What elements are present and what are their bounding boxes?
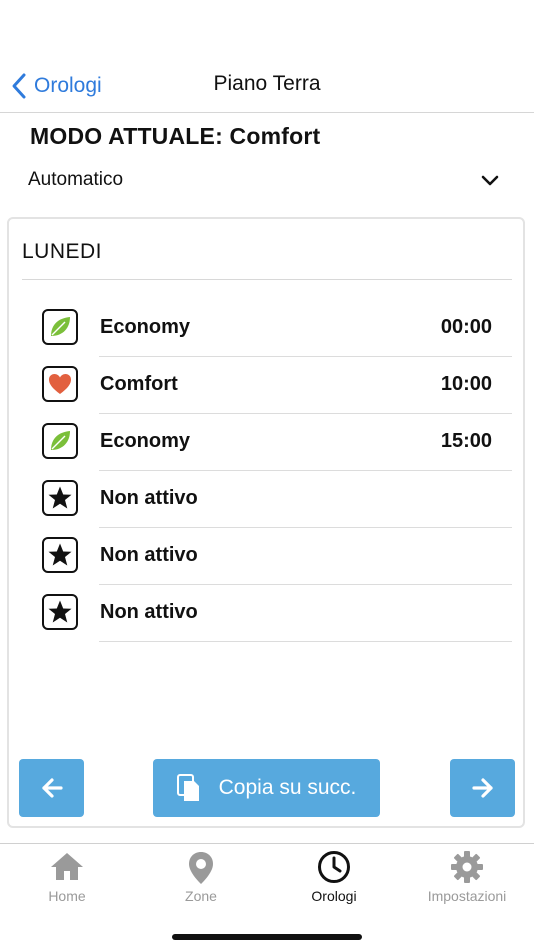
copy-next-button-label: Copia su succ.: [218, 776, 357, 799]
slot-mode: Economy: [100, 430, 191, 452]
gear-icon: [451, 851, 483, 883]
schedule-row[interactable]: Comfort 10:00: [40, 357, 512, 414]
arrow-right-icon: [471, 778, 493, 798]
slot-mode: Non attivo: [100, 487, 198, 509]
tab-impostazioni[interactable]: Impostazioni: [400, 846, 534, 912]
heart-icon: [42, 366, 78, 402]
tab-orologi[interactable]: Orologi: [267, 846, 401, 912]
copy-icon: [176, 774, 199, 801]
slot-mode: Non attivo: [100, 544, 198, 566]
tab-impostazioni-label: Impostazioni: [427, 888, 507, 904]
schedule-row[interactable]: Non attivo: [40, 471, 512, 528]
clock-icon: [318, 851, 350, 883]
slot-mode: Non attivo: [100, 601, 198, 623]
day-divider: [22, 279, 512, 280]
mode-dropdown[interactable]: Automatico: [0, 165, 534, 199]
nav-divider: [0, 112, 534, 113]
slot-time: 15:00: [440, 430, 492, 452]
home-indicator: [172, 934, 362, 940]
schedule-row[interactable]: Economy 15:00: [40, 414, 512, 471]
leaf-icon: [42, 309, 78, 345]
tab-orologi-label: Orologi: [311, 888, 357, 904]
location-pin-icon: [189, 852, 213, 884]
tab-zone[interactable]: Zone: [134, 846, 268, 912]
next-day-button[interactable]: [450, 759, 515, 817]
star-icon: [42, 537, 78, 573]
copy-next-button[interactable]: Copia su succ.: [153, 759, 380, 817]
current-mode-title: MODO ATTUALE: Comfort: [30, 123, 321, 149]
arrow-left-icon: [41, 778, 63, 798]
schedule-row[interactable]: Non attivo: [40, 585, 512, 642]
slot-time: 10:00: [440, 373, 492, 395]
mode-dropdown-value: Automatico: [28, 169, 124, 190]
tab-home[interactable]: Home: [0, 846, 134, 912]
star-icon: [42, 594, 78, 630]
leaf-icon: [42, 423, 78, 459]
chevron-down-icon: [481, 175, 499, 186]
slot-mode: Comfort: [100, 373, 178, 395]
slot-mode: Economy: [100, 316, 191, 338]
day-title: LUNEDI: [22, 240, 103, 263]
tab-home-label: Home: [48, 888, 86, 904]
schedule-row[interactable]: Non attivo: [40, 528, 512, 585]
tab-zone-label: Zone: [185, 888, 217, 904]
home-icon: [51, 853, 83, 880]
row-divider: [99, 641, 512, 642]
previous-day-button[interactable]: [19, 759, 84, 817]
schedule-row[interactable]: Economy 00:00: [40, 300, 512, 357]
slot-time: 00:00: [440, 316, 492, 338]
page-title: Piano Terra: [213, 72, 321, 95]
tabbar-divider: [0, 843, 534, 844]
star-icon: [42, 480, 78, 516]
